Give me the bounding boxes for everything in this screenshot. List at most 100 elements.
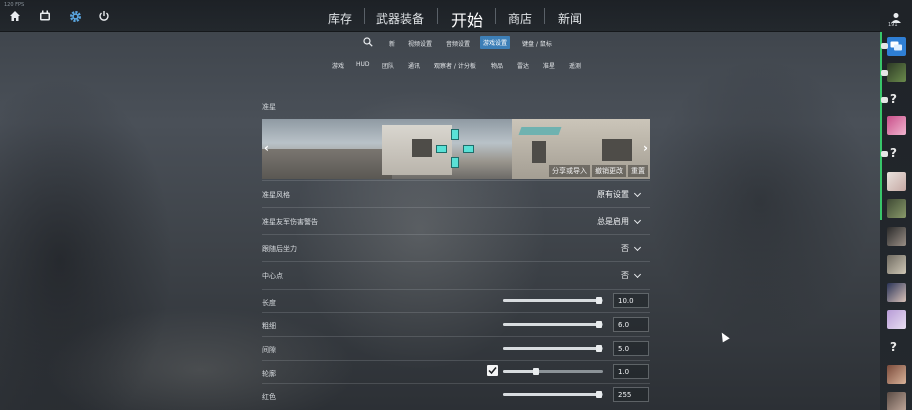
slider-handle[interactable]	[596, 345, 602, 352]
preview-scene-window	[602, 139, 632, 161]
tab-video-settings[interactable]: 视频设置	[405, 37, 435, 50]
tab-keyboard-mouse[interactable]: 键盘 / 鼠标	[519, 37, 555, 50]
friends-count: 191	[888, 22, 898, 28]
setting-row-center-dot[interactable]: 中心点 否	[262, 261, 650, 289]
setting-label: 中心点	[262, 272, 283, 280]
crosshair-bottom-line	[451, 157, 459, 168]
avatar[interactable]	[887, 63, 906, 82]
search-icon[interactable]	[360, 34, 376, 50]
subtab-team[interactable]: 团队	[379, 59, 397, 72]
nav-store[interactable]: 商店	[508, 10, 532, 27]
setting-label: 间隙	[262, 346, 276, 354]
setting-row-crosshair-style[interactable]: 准星风格 原有设置	[262, 180, 650, 207]
section-title-crosshair: 准星	[262, 103, 276, 111]
slider-handle[interactable]	[596, 321, 602, 328]
gap-input[interactable]: 5.0	[613, 341, 649, 356]
avatar[interactable]	[887, 172, 906, 191]
avatar[interactable]	[887, 392, 906, 410]
mouse-cursor	[718, 330, 730, 343]
thickness-slider[interactable]	[503, 321, 603, 328]
unknown-avatar-icon[interactable]: ?	[890, 146, 897, 160]
slider-handle[interactable]	[596, 297, 602, 304]
tab-game-settings[interactable]: 游戏设置	[480, 36, 511, 49]
nav-play[interactable]: 开始	[451, 7, 483, 31]
avatar[interactable]	[887, 310, 906, 329]
red-input[interactable]: 255	[613, 387, 649, 402]
unknown-avatar-icon[interactable]: ?	[890, 340, 897, 354]
undo-changes-button[interactable]: 撤销更改	[592, 165, 626, 177]
chevron-down-icon	[633, 189, 642, 197]
crosshair-preview: ‹ › 分享或导入 撤销更改 重置	[262, 119, 650, 179]
preview-scene-door	[532, 141, 546, 163]
preview-scene-roof	[262, 149, 392, 179]
power-icon[interactable]	[96, 8, 112, 24]
avatar[interactable]	[887, 227, 906, 246]
slider-handle[interactable]	[533, 368, 539, 375]
center-dot-select[interactable]: 否	[621, 270, 642, 281]
home-icon[interactable]	[7, 8, 23, 24]
top-bar: 120 FPS 库存 武器装备 开始 商店 新闻	[0, 0, 880, 32]
chevron-right-icon[interactable]: ›	[643, 141, 648, 155]
chat-icon[interactable]	[887, 37, 906, 56]
subtab-crosshair[interactable]: 准星	[540, 59, 558, 72]
subtab-telemetry[interactable]: 遥测	[566, 59, 584, 72]
avatar[interactable]	[887, 116, 906, 135]
length-input[interactable]: 10.0	[613, 293, 649, 308]
nav-loadout[interactable]: 武器装备	[376, 10, 424, 27]
setting-row-follow-recoil[interactable]: 跟随后坐力 否	[262, 234, 650, 261]
avatar[interactable]	[887, 199, 906, 218]
unknown-avatar-icon[interactable]: ?	[890, 92, 897, 106]
tv-icon[interactable]	[37, 8, 53, 24]
share-import-button[interactable]: 分享或导入	[549, 165, 590, 177]
avatar[interactable]	[887, 255, 906, 274]
chevron-left-icon[interactable]: ‹	[264, 141, 269, 155]
slider-handle[interactable]	[596, 391, 602, 398]
setting-label: 跟随后坐力	[262, 245, 297, 253]
crosshair-left-line	[436, 145, 447, 153]
checkmark-icon	[488, 367, 497, 375]
slider-fill	[503, 347, 599, 350]
preview-scene-awning	[518, 127, 562, 135]
setting-label: 准星友军伤害警告	[262, 218, 318, 226]
gap-slider[interactable]	[503, 345, 603, 352]
subtab-spectator-scoreboard[interactable]: 观察者 / 计分板	[431, 59, 479, 72]
setting-row-friendly-warning[interactable]: 准星友军伤害警告 总是启用	[262, 207, 650, 234]
thickness-input[interactable]: 6.0	[613, 317, 649, 332]
length-slider[interactable]	[503, 297, 603, 304]
friendly-warning-select[interactable]: 总是启用	[597, 216, 642, 227]
avatar[interactable]	[887, 283, 906, 302]
online-indicator	[880, 32, 882, 220]
subtab-game[interactable]: 游戏	[329, 59, 347, 72]
red-slider[interactable]	[503, 391, 603, 398]
avatar[interactable]	[887, 365, 906, 384]
nav-news[interactable]: 新闻	[558, 10, 582, 27]
crosshair-style-select[interactable]: 原有设置	[597, 189, 642, 200]
tab-new[interactable]: 新	[386, 37, 398, 50]
nav-separator	[544, 8, 545, 24]
subtab-hud[interactable]: HUD	[353, 59, 373, 70]
status-dot	[881, 70, 888, 76]
preview-scene-window	[412, 139, 432, 157]
status-dot	[881, 151, 888, 157]
nav-separator	[437, 8, 438, 24]
subtab-radar[interactable]: 雷达	[514, 59, 532, 72]
gear-icon[interactable]	[67, 8, 83, 24]
outline-input[interactable]: 1.0	[613, 364, 649, 379]
setting-label: 轮廓	[262, 370, 276, 378]
subtab-items[interactable]: 物品	[488, 59, 506, 72]
select-value: 否	[621, 271, 629, 280]
outline-slider[interactable]	[503, 368, 603, 375]
setting-label: 长度	[262, 299, 276, 307]
follow-recoil-select[interactable]: 否	[621, 243, 642, 254]
outline-checkbox[interactable]	[487, 365, 498, 376]
friends-sidebar: 191 ? ? ?	[880, 0, 912, 410]
subtab-communication[interactable]: 通讯	[405, 59, 423, 72]
preview-actions: 分享或导入 撤销更改 重置	[549, 165, 648, 177]
chevron-down-icon	[633, 216, 642, 224]
nav-inventory[interactable]: 库存	[328, 10, 352, 27]
setting-label: 红色	[262, 393, 276, 401]
nav-separator	[364, 8, 365, 24]
reset-button[interactable]: 重置	[628, 165, 648, 177]
tab-audio-settings[interactable]: 音频设置	[443, 37, 473, 50]
status-dot	[881, 97, 888, 103]
